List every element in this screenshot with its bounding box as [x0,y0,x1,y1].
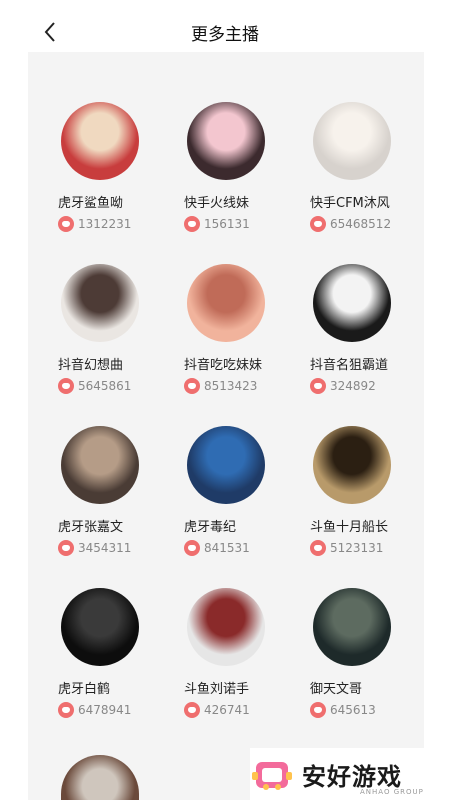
streamer-fans: 6478941 [58,702,131,718]
streamer-name: 抖音吃吃妹妹 [184,358,263,373]
heat-icon [310,540,326,556]
streamer-fans: 645613 [310,702,376,718]
fans-count: 426741 [204,703,250,717]
streamer-card[interactable]: 快手火线妹 156131 [154,102,280,264]
watermark-text: 安好游戏 [302,762,402,791]
streamer-fans: 5123131 [310,540,383,556]
streamer-avatar[interactable] [61,426,139,504]
fans-count: 6478941 [78,703,132,717]
heat-icon [184,540,200,556]
streamer-name: 抖音幻想曲 [58,358,124,373]
heat-icon [184,378,200,394]
fans-count: 645613 [330,703,376,717]
streamer-fans: 156131 [184,216,250,232]
fans-count: 5645861 [78,379,132,393]
streamer-card[interactable]: 虎牙张嘉文 3454311 [28,426,154,588]
streamer-avatar[interactable] [187,426,265,504]
streamer-name: 虎牙鲨鱼呦 [58,196,124,211]
streamer-card[interactable]: 虎牙鲨鱼呦 1312231 [28,102,154,264]
heat-icon [184,216,200,232]
fans-count: 841531 [204,541,250,555]
heat-icon [58,378,74,394]
heat-icon [310,216,326,232]
fans-count: 324892 [330,379,376,393]
heat-icon [310,702,326,718]
gamepad-icon [250,754,294,794]
fans-count: 5123131 [330,541,384,555]
streamer-name: 虎牙白鹤 [58,682,111,697]
streamer-panel: 虎牙鲨鱼呦 1312231 快手火线妹 156131 快手CFM沐风 65468512 抖音… [28,52,424,800]
streamer-card[interactable]: 抖音名狙霸道 324892 [280,264,406,426]
streamer-card[interactable]: 抖音幻想曲 5645861 [28,264,154,426]
streamer-fans: 324892 [310,378,376,394]
streamer-avatar[interactable] [61,588,139,666]
header-bar: 更多主播 [0,0,450,60]
streamer-avatar[interactable] [187,102,265,180]
fans-count: 8513423 [204,379,258,393]
streamer-name: 抖音名狙霸道 [310,358,389,373]
fans-count: 1312231 [78,217,132,231]
streamer-avatar[interactable] [187,264,265,342]
streamer-card[interactable]: 斗鱼十月船长 5123131 [280,426,406,588]
heat-icon [58,702,74,718]
streamer-name: 虎牙毒纪 [184,520,237,535]
streamer-card[interactable]: 虎牙白鹤 6478941 [28,588,154,750]
heat-icon [58,540,74,556]
heat-icon [184,702,200,718]
streamer-avatar[interactable] [313,102,391,180]
streamer-card[interactable]: 御天文哥 645613 [280,588,406,750]
streamer-avatar[interactable] [313,588,391,666]
streamer-name: 快手CFM沐风 [310,196,390,211]
streamer-fans: 426741 [184,702,250,718]
heat-icon [58,216,74,232]
watermark-subtext: ANHAO GROUP [360,788,424,796]
streamer-fans: 8513423 [184,378,257,394]
streamer-fans: 1312231 [58,216,131,232]
fans-count: 65468512 [330,217,392,231]
streamer-name: 御天文哥 [310,682,363,697]
streamer-avatar[interactable] [313,264,391,342]
streamer-card[interactable]: 抖音吃吃妹妹 8513423 [154,264,280,426]
page-title: 更多主播 [191,25,259,45]
streamer-avatar[interactable] [187,588,265,666]
streamer-name: 快手火线妹 [184,196,250,211]
streamer-fans: 5645861 [58,378,131,394]
fans-count: 3454311 [78,541,132,555]
streamer-grid: 虎牙鲨鱼呦 1312231 快手火线妹 156131 快手CFM沐风 65468512 抖音… [28,102,424,750]
heat-icon [310,378,326,394]
streamer-avatar[interactable] [313,426,391,504]
streamer-avatar[interactable] [61,102,139,180]
streamer-name: 斗鱼十月船长 [310,520,389,535]
streamer-card[interactable]: 快手CFM沐风 65468512 [280,102,406,264]
streamer-fans: 841531 [184,540,250,556]
streamer-card[interactable]: 虎牙毒纪 841531 [154,426,280,588]
streamer-name: 虎牙张嘉文 [58,520,124,535]
streamer-fans: 3454311 [58,540,131,556]
streamer-avatar[interactable] [61,264,139,342]
streamer-card[interactable]: 斗鱼刘诺手 426741 [154,588,280,750]
watermark-logo: 安好游戏 ANHAO GROUP [250,748,450,800]
streamer-fans: 65468512 [310,216,391,232]
fans-count: 156131 [204,217,250,231]
streamer-name: 斗鱼刘诺手 [184,682,250,697]
